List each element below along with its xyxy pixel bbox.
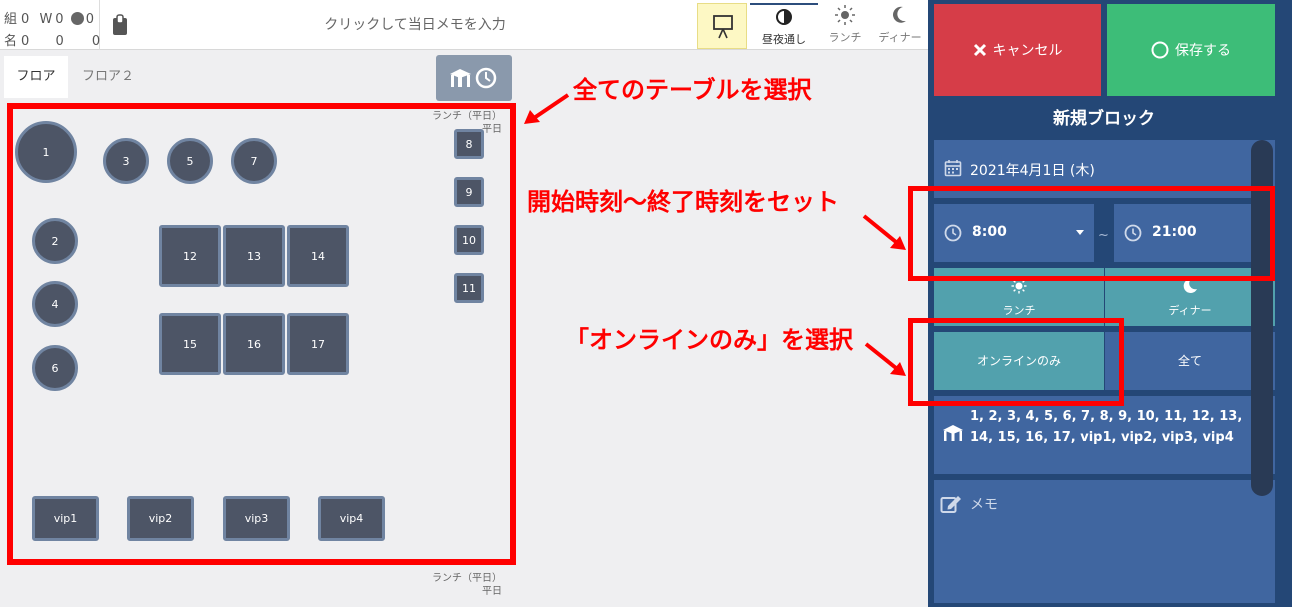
annotation-arrow-icon: [862, 214, 906, 250]
stats-row-people: 名0 0 0: [4, 30, 100, 49]
dinner-label: ディナー: [1168, 304, 1212, 317]
table-8[interactable]: 8: [454, 129, 484, 159]
table-1[interactable]: 1: [15, 121, 77, 183]
table-2[interactable]: 2: [32, 218, 78, 264]
sun-icon: [835, 5, 855, 25]
table-icon: [943, 425, 963, 441]
mode-dinner-label: ディナー: [878, 31, 922, 44]
annotation-set-time: 開始時刻～終了時刻をセット: [527, 188, 839, 216]
circle-icon: [1151, 41, 1169, 59]
table-7[interactable]: 7: [231, 138, 277, 184]
lunch-label: ランチ: [1002, 304, 1036, 317]
clock-icon: [475, 67, 497, 89]
selected-tables[interactable]: 1, 2, 3, 4, 5, 6, 7, 8, 9, 10, 11, 12, 1…: [934, 396, 1275, 474]
table-9[interactable]: 9: [454, 177, 484, 207]
memo-field[interactable]: [934, 480, 1275, 603]
start-time-select[interactable]: 8:00: [934, 204, 1094, 262]
reservation-stats: 組0 W0 0 名0 0 0: [0, 0, 100, 50]
table-12[interactable]: 12: [159, 225, 221, 287]
walkin-count: 0: [55, 12, 64, 27]
end-time-value: 21:00: [1152, 224, 1197, 240]
table-vip4[interactable]: vip4: [318, 496, 385, 541]
annotation-arrow-icon: [524, 93, 570, 124]
table-vip2[interactable]: vip2: [127, 496, 194, 541]
web-people-count: 0: [91, 34, 101, 49]
online-only-button[interactable]: オンラインのみ: [934, 332, 1104, 390]
save-button[interactable]: 保存する: [1107, 4, 1275, 96]
half-moon-icon: [776, 9, 792, 25]
table-6[interactable]: 6: [32, 345, 78, 391]
selected-tables-value: 1, 2, 3, 4, 5, 6, 7, 8, 9, 10, 11, 12, 1…: [970, 409, 1243, 445]
floor-plan: ランチ（平日） 平日 ランチ（平日） 平日 1 3 5 7 2 4 6 12 1…: [0, 100, 520, 597]
close-icon: [973, 43, 986, 57]
table-clock-icon: [450, 67, 497, 89]
mode-all-day-label: 昼夜通し: [762, 33, 806, 46]
groups-label: 組: [4, 12, 18, 27]
time-range-separator: ~: [1098, 228, 1109, 243]
table-vip1[interactable]: vip1: [32, 496, 99, 541]
all-channels-button[interactable]: 全て: [1105, 332, 1275, 390]
tab-floor-1[interactable]: フロア: [4, 56, 68, 98]
clock-icon: [944, 224, 962, 242]
moon-icon: [1183, 278, 1197, 293]
table-15[interactable]: 15: [159, 313, 221, 375]
memo-textarea[interactable]: [934, 480, 1275, 603]
mode-dinner-button[interactable]: ディナー: [872, 3, 928, 49]
sun-icon: [1011, 278, 1027, 294]
mode-all-day-button[interactable]: 昼夜通し: [750, 3, 818, 49]
globe-icon: [70, 12, 84, 25]
walkin-people-count: 0: [55, 34, 64, 49]
mode-lunch-label: ランチ: [828, 31, 862, 44]
daily-memo-input[interactable]: [140, 8, 690, 42]
start-time-value: 8:00: [972, 224, 1007, 240]
table-17[interactable]: 17: [287, 313, 349, 375]
cancel-button[interactable]: キャンセル: [934, 4, 1101, 96]
table-3[interactable]: 3: [103, 138, 149, 184]
groups-count: 0: [21, 12, 30, 27]
top-bar: 組0 W0 0 名0 0 0 昼夜通し: [0, 0, 928, 50]
web-count: 0: [85, 12, 94, 27]
lunch-button[interactable]: ランチ: [934, 268, 1104, 326]
table-icon: [450, 69, 471, 87]
whiteboard-icon: [713, 15, 733, 39]
annotation-select-all: 全てのテーブルを選択: [573, 76, 812, 104]
memo-clip-icon: [113, 14, 127, 35]
chevron-down-icon: [1076, 230, 1084, 235]
table-10[interactable]: 10: [454, 225, 484, 255]
table-vip3[interactable]: vip3: [223, 496, 290, 541]
people-count: 0: [21, 34, 30, 49]
table-16[interactable]: 16: [223, 313, 285, 375]
dinner-button[interactable]: ディナー: [1105, 268, 1275, 326]
table-11[interactable]: 11: [454, 273, 484, 303]
annotation-online-only: 「オンラインのみ」を選択: [565, 326, 853, 354]
moon-icon: [893, 6, 906, 23]
tab-floor-2[interactable]: フロア２: [76, 56, 140, 98]
stats-row-groups: 組0 W0 0: [4, 8, 94, 27]
mode-lunch-button[interactable]: ランチ: [818, 3, 872, 49]
cancel-label: キャンセル: [992, 43, 1063, 59]
date-field[interactable]: 2021年4月1日 (木): [934, 140, 1275, 198]
date-value: 2021年4月1日 (木): [970, 163, 1095, 179]
table-5[interactable]: 5: [167, 138, 213, 184]
table-time-toggle-button[interactable]: [436, 55, 512, 101]
annotation-arrow-icon: [864, 342, 906, 376]
table-4[interactable]: 4: [32, 281, 78, 327]
whiteboard-button[interactable]: [697, 3, 747, 49]
panel-title: 新規ブロック: [1053, 109, 1155, 129]
period-label-bottom: ランチ（平日） 平日: [432, 573, 502, 597]
walkin-label: W: [39, 12, 53, 27]
clock-icon: [1124, 224, 1142, 242]
table-13[interactable]: 13: [223, 225, 285, 287]
table-14[interactable]: 14: [287, 225, 349, 287]
panel-scrollbar[interactable]: [1251, 140, 1273, 496]
save-label: 保存する: [1175, 43, 1231, 59]
people-label: 名: [4, 34, 18, 49]
calendar-icon: [944, 160, 962, 177]
